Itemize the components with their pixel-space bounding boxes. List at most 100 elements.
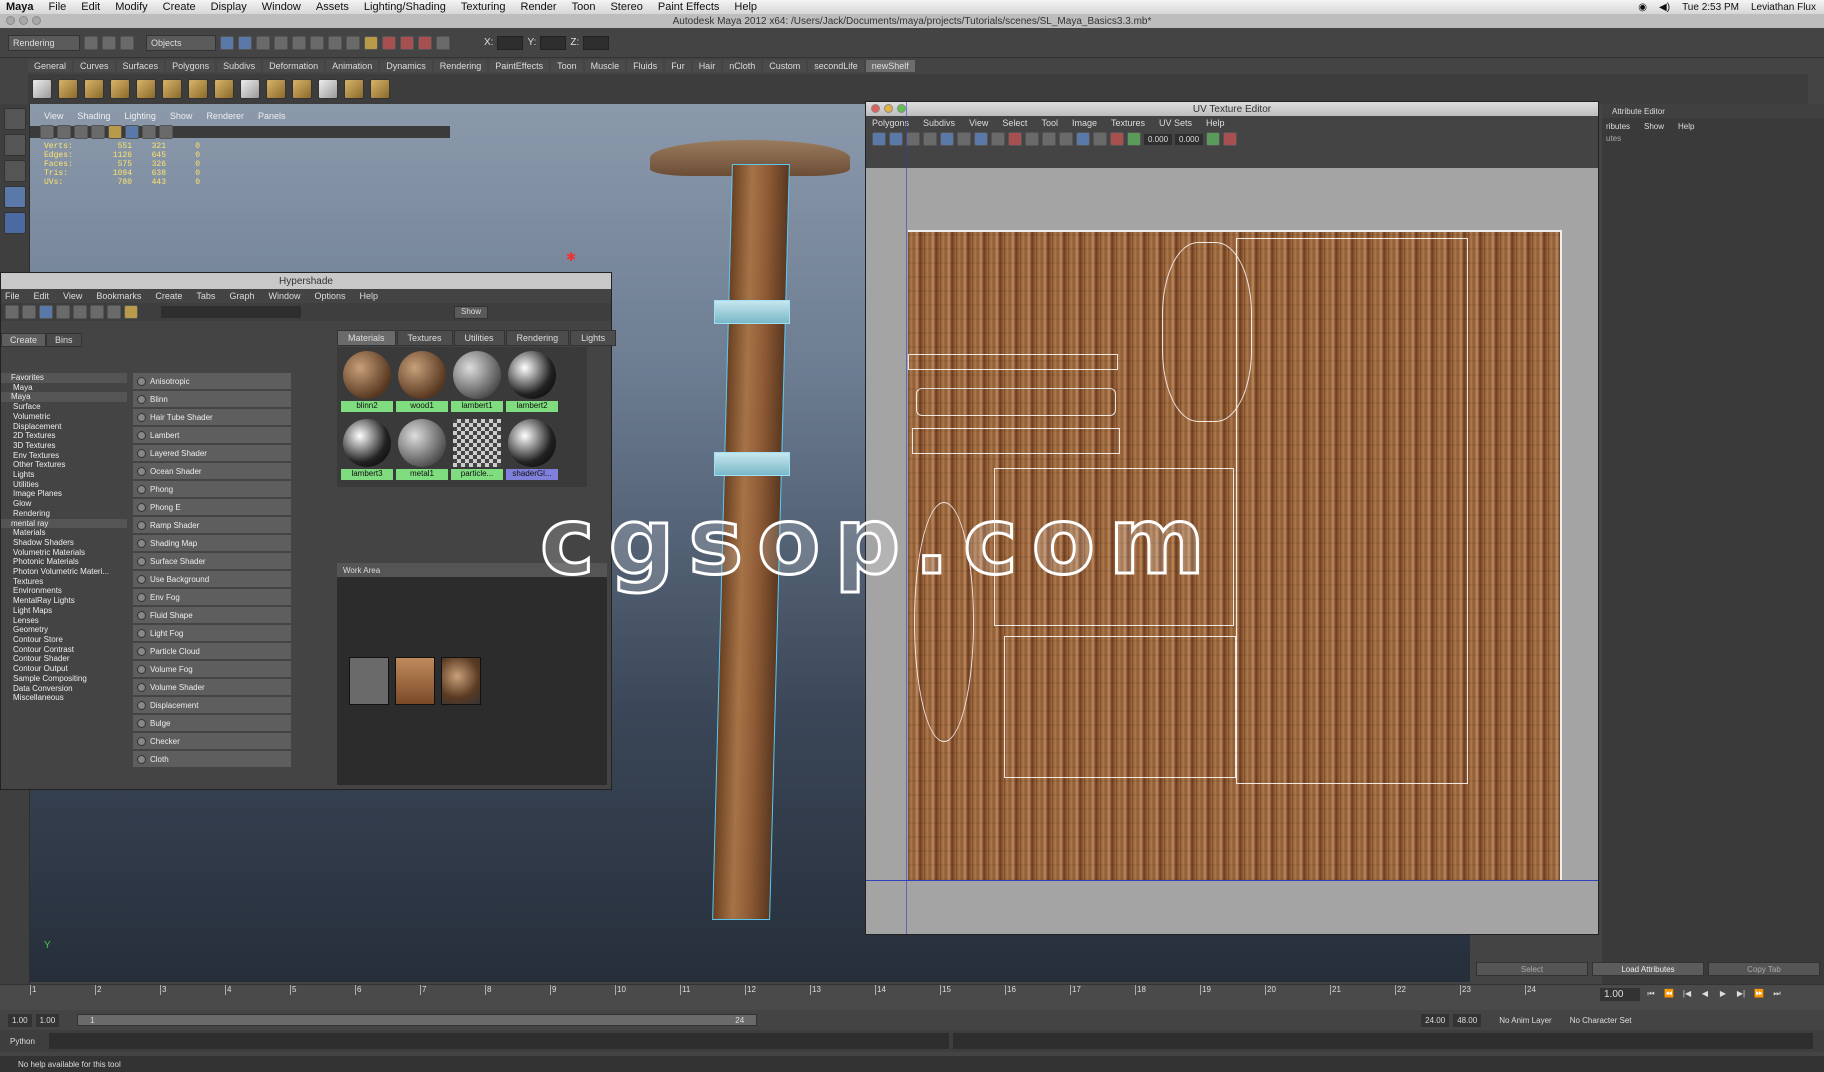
uv-tool-icon[interactable] [1127,132,1141,146]
work-node-place2d[interactable] [349,657,389,705]
node-item-anisotropic[interactable]: Anisotropic [133,373,291,389]
snap-grid-icon[interactable] [274,35,288,50]
hypershade-menu-tabs[interactable]: Tabs [196,291,215,301]
tree-item[interactable]: Miscellaneous [1,693,127,703]
material-swatch[interactable]: particle... [451,418,503,483]
select-tool-icon[interactable] [4,108,26,130]
shelf-tool-icon[interactable] [240,79,260,99]
tree-item[interactable]: Glow [1,499,127,509]
uv-tool-icon[interactable] [872,132,886,146]
hypershade-menu-window[interactable]: Window [268,291,300,301]
hypershade-menu-create[interactable]: Create [155,291,182,301]
node-item-blinn[interactable]: Blinn [133,391,291,407]
tree-item[interactable]: Rendering [1,509,127,519]
shelf-tab-hair[interactable]: Hair [692,60,722,72]
uv-field-v[interactable]: 0.000 [1175,133,1204,145]
menu-window[interactable]: Window [262,1,301,13]
uv-shell[interactable] [1004,636,1236,778]
uv-tool-icon[interactable] [1059,132,1073,146]
plank-band-bottom[interactable] [714,452,790,476]
tab-materials[interactable]: Materials [337,330,396,346]
load-attributes-button[interactable]: Load Attributes [1592,962,1704,976]
node-item-layered-shader[interactable]: Layered Shader [133,445,291,461]
uv-tool-icon[interactable] [1206,132,1221,146]
selection-mode-dropdown[interactable]: Objects [146,34,216,51]
uv-tool-icon[interactable] [1076,132,1090,146]
menu-create[interactable]: Create [163,1,196,13]
hshd-icon[interactable] [318,79,338,99]
tree-item[interactable]: Geometry [1,625,127,635]
render-frame-icon[interactable] [382,35,396,50]
menu-file[interactable]: File [49,1,67,13]
tree-item[interactable]: 2D Textures [1,431,127,441]
work-node-wood[interactable] [441,657,481,705]
uv-tool-icon[interactable] [1042,132,1056,146]
time-slider[interactable]: 1 2 3 4 5 6 7 8 9 10 11 12 13 14 15 16 17 18 19 20 21 22 23 24 [0,984,1824,1010]
node-item-env-fog[interactable]: Env Fog [133,589,291,605]
shelf-tab-surfaces[interactable]: Surfaces [116,60,165,72]
input-line-icon[interactable] [436,35,450,50]
layout-icon[interactable] [22,305,36,319]
tree-item[interactable]: Other Textures [1,460,127,470]
shelf-tab-secondlife[interactable]: secondLife [808,60,864,72]
work-node-file[interactable] [395,657,435,705]
uv-menu-subdivs[interactable]: Subdivs [923,118,955,128]
step-forward-icon[interactable]: ▶| [1734,989,1748,1001]
material-swatch[interactable]: lambert1 [451,351,503,415]
command-input[interactable] [48,1033,949,1049]
xray-icon[interactable] [159,125,173,139]
uv-menu-image[interactable]: Image [1072,118,1097,128]
material-swatch[interactable]: blinn2 [341,351,393,415]
step-back-key-icon[interactable]: ⏪ [1662,989,1676,1001]
tree-item[interactable]: Maya [1,383,127,393]
lighting-icon[interactable] [125,125,139,139]
menu-lighting-shading[interactable]: Lighting/Shading [364,1,446,13]
node-item-hair-tube-shader[interactable]: Hair Tube Shader [133,409,291,425]
volume-icon[interactable]: ◀) [1659,2,1670,13]
play-back-icon[interactable]: ◀ [1698,989,1712,1001]
snap-curve-icon[interactable] [292,35,306,50]
step-forward-key-icon[interactable]: ⏩ [1752,989,1766,1001]
playback-end-field[interactable]: 24.00 [1421,1013,1450,1027]
command-language-label[interactable]: Python [10,1037,35,1046]
tree-item[interactable]: Materials [1,528,127,538]
material-swatch[interactable]: metal1 [396,418,448,483]
menu-render[interactable]: Render [521,1,557,13]
hypershade-titlebar[interactable]: Hypershade [1,273,611,289]
hypershade-menu-file[interactable]: File [5,291,20,301]
node-item-ramp-shader[interactable]: Ramp Shader [133,517,291,533]
attr-menu-show[interactable]: Show [1644,122,1664,131]
hypershade-menu-view[interactable]: View [63,291,82,301]
uv-menu-view[interactable]: View [969,118,988,128]
plank-band-top[interactable] [714,300,790,324]
user-menu[interactable]: Leviathan Flux [1751,2,1816,13]
copy-tab-button[interactable]: Copy Tab [1708,962,1820,976]
tree-item[interactable]: Contour Contrast [1,645,127,655]
clear-graph-icon[interactable] [56,305,70,319]
uv-tool-icon[interactable] [991,132,1005,146]
menu-stereo[interactable]: Stereo [610,1,642,13]
render-settings-icon[interactable] [418,35,432,50]
tree-item[interactable]: Shadow Shaders [1,538,127,548]
tree-item[interactable]: Contour Store [1,635,127,645]
shelf-tab-polygons[interactable]: Polygons [166,60,216,72]
uv-tool-icon[interactable] [957,132,971,146]
node-item-particle-cloud[interactable]: Particle Cloud [133,643,291,659]
work-area[interactable] [337,577,607,785]
tree-item[interactable]: Lenses [1,616,127,626]
tab-bins[interactable]: Bins [46,333,82,347]
uv-tool-icon[interactable] [1110,132,1124,146]
shelf-tab-fluids[interactable]: Fluids [627,60,664,72]
uv-tool-icon[interactable] [974,132,988,146]
shelf-tab-toon[interactable]: Toon [551,60,583,72]
tree-item[interactable]: Contour Shader [1,654,127,664]
shelf-tool-icon[interactable] [214,79,234,99]
uv-editor-titlebar[interactable]: UV Texture Editor [866,102,1598,116]
viewport-menu-shading[interactable]: Shading [77,111,110,121]
tree-item[interactable]: Maya [1,392,127,403]
uv-tool-icon[interactable] [1025,132,1039,146]
uv-menu-uv-sets[interactable]: UV Sets [1159,118,1192,128]
uv-shell[interactable] [1162,242,1252,422]
attr-menu-help[interactable]: Help [1678,122,1694,131]
hypershade-menu-graph[interactable]: Graph [229,291,254,301]
